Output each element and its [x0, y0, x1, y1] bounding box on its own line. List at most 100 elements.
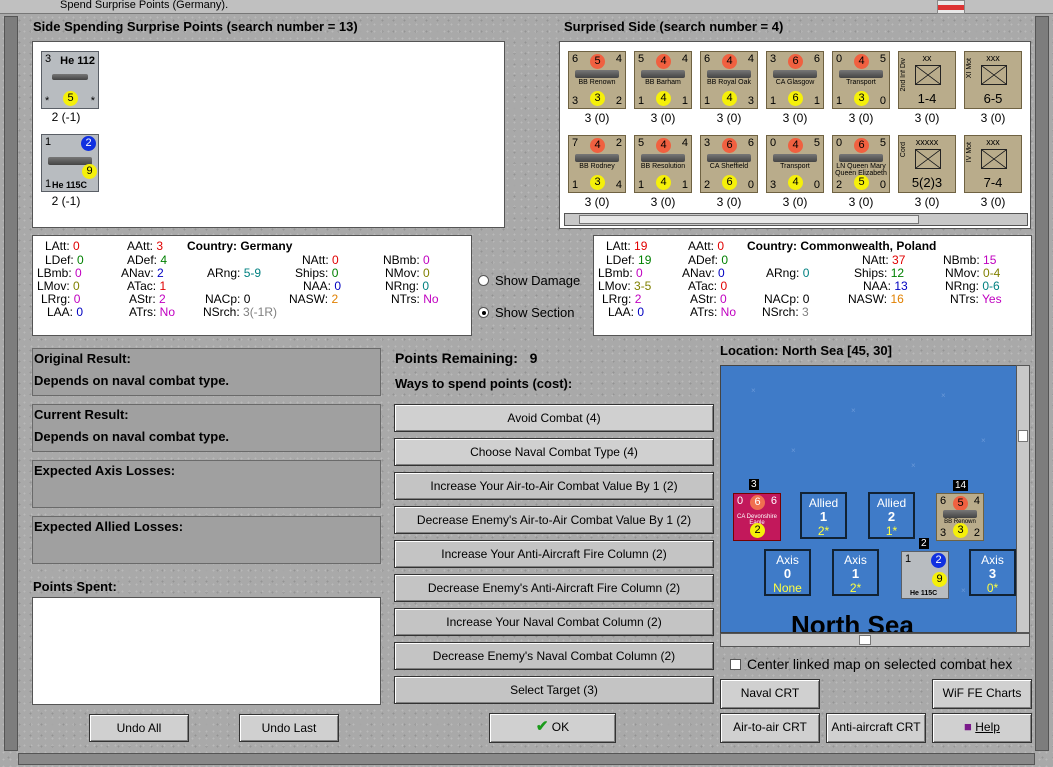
decrease-naval-column-button[interactable]: Decrease Enemy's Naval Combat Column (2): [394, 642, 714, 670]
map-counter-ca[interactable]: 0 6 6 CA Devonshire Eagle 2: [733, 493, 781, 541]
unit-counter[interactable]: 0 4 5 Transport 1 3 0: [832, 51, 890, 109]
map-counter-bb-renown[interactable]: 6 5 4 BB Renown 3 3 2: [936, 493, 984, 541]
unit-counter[interactable]: 0 6 5 LN Queen Mary Queen Elizabeth 2 5 0: [832, 135, 890, 193]
infantry-symbol-icon: [915, 65, 941, 85]
ship-icon: [641, 70, 685, 78]
allied-box-1[interactable]: Allied 1 2*: [800, 492, 847, 539]
ship-icon: [707, 70, 751, 78]
counter-value: 1: [770, 95, 777, 107]
dialog-window: Spend Surprise Points (Germany). Side Sp…: [0, 0, 1053, 767]
country-label: Country:: [187, 239, 237, 253]
axis-box-1[interactable]: Axis 1 2*: [832, 549, 879, 596]
counter-value: 5: [638, 53, 645, 65]
map-counter-he115c[interactable]: 1 2 9 He 115C: [901, 551, 949, 599]
unit-counter[interactable]: 6 4 4 BB Royal Oak 1 4 3: [700, 51, 758, 109]
units-scrollbar[interactable]: [564, 213, 1028, 226]
stat-value: 37: [892, 253, 906, 267]
unit-counter[interactable]: 6 5 4 BB Renown 3 3 2: [568, 51, 626, 109]
anti-aircraft-crt-button[interactable]: Anti-aircraft CRT: [826, 713, 926, 743]
stat-value: 0: [721, 253, 729, 267]
infantry-symbol-icon: [981, 149, 1007, 169]
counter-name: He 115C: [910, 590, 938, 597]
stat-value: 0: [73, 279, 80, 293]
map-horizontal-scrollbar[interactable]: [720, 633, 1030, 647]
window-horizontal-scrollbar[interactable]: [18, 753, 1035, 765]
counter-value: 7: [572, 137, 579, 149]
decrease-air-to-air-button[interactable]: Decrease Enemy's Air-to-Air Combat Value…: [394, 506, 714, 534]
unit-counter[interactable]: 5 4 4 BB Barham 1 4 1: [634, 51, 692, 109]
unit-counter[interactable]: xxxxx Cord 5(2)3: [898, 135, 956, 193]
decrease-aa-fire-button[interactable]: Decrease Enemy's Anti-Aircraft Fire Colu…: [394, 574, 714, 602]
scroll-thumb[interactable]: [1018, 430, 1028, 442]
surprised-side-panel: 6 5 4 BB Renown 3 3 2 3 (0) 5 4 4 BB Barham 1 4 1 3 (0)…: [559, 41, 1031, 229]
help-button[interactable]: ■ Help: [932, 713, 1032, 743]
axis-box-0[interactable]: Axis 0 None: [764, 549, 811, 596]
increase-aa-fire-button[interactable]: Increase Your Anti-Aircraft Fire Column …: [394, 540, 714, 568]
counter-name: IV Mot: [966, 142, 973, 163]
unit-counter[interactable]: xx 2nd Inf Div 1-4: [898, 51, 956, 109]
increase-naval-column-button[interactable]: Increase Your Naval Combat Column (2): [394, 608, 714, 636]
undo-all-button[interactable]: Undo All: [89, 714, 189, 742]
germany-stats-panel: LAtt: 0 AAtt: 3 Country: Germany NAtt: 0…: [32, 235, 472, 336]
unit-counter[interactable]: xxx IV Mot 7-4: [964, 135, 1022, 193]
counter-value: 1: [836, 95, 843, 107]
unit-counter[interactable]: 3 6 6 CA Sheffield 2 6 0: [700, 135, 758, 193]
unit-counter[interactable]: xxx XI Mot 6-5: [964, 51, 1022, 109]
stat-value: 0: [802, 292, 810, 306]
axis-box-3[interactable]: Axis 3 0*: [969, 549, 1016, 596]
unit-counter-he115c[interactable]: 1 2 1 He 115C 9: [41, 134, 99, 192]
allied-losses-box: Expected Allied Losses:: [32, 516, 381, 564]
wif-fe-charts-button[interactable]: WiF FE Charts: [932, 679, 1032, 709]
stat-value: 0-6: [982, 279, 1000, 293]
stat-value: 0: [720, 279, 728, 293]
counter-value: 5: [879, 137, 886, 149]
stack-count: 14: [953, 480, 969, 491]
box-number: 2: [887, 509, 896, 524]
surprised-side-title: Surprised Side (search number = 4): [564, 19, 784, 34]
show-damage-radio[interactable]: Show Damage: [478, 273, 580, 288]
air-to-air-crt-button[interactable]: Air-to-air CRT: [720, 713, 820, 743]
counter-circle-value: 2: [750, 523, 765, 538]
counter-value: 3: [747, 95, 754, 107]
increase-air-to-air-button[interactable]: Increase Your Air-to-Air Combat Value By…: [394, 472, 714, 500]
counter-name: BB Rodney: [579, 163, 615, 170]
unit-counter[interactable]: 7 4 2 BB Rodney 1 3 4: [568, 135, 626, 193]
unit-counter[interactable]: 0 4 5 Transport 3 4 0: [766, 135, 824, 193]
stack-count: 2: [919, 538, 929, 549]
ship-icon: [575, 154, 619, 162]
allied-box-2[interactable]: Allied 2 1*: [868, 492, 915, 539]
aircraft-icon: [52, 74, 88, 80]
counter-name: BB Renown: [578, 79, 616, 86]
select-target-button[interactable]: Select Target (3): [394, 676, 714, 704]
counter-value: 0: [836, 53, 843, 65]
location-map[interactable]: ××× ××× ××× 0 6 6 CA Devonshire Eagle 2 …: [720, 365, 1017, 633]
counter-value: 6: [747, 137, 754, 149]
unit-cost: 3 (0): [650, 195, 676, 209]
points-remaining-value: 9: [529, 350, 538, 366]
counter-value: 5: [813, 137, 820, 149]
counter-value: 0: [813, 179, 820, 191]
undo-last-button[interactable]: Undo Last: [239, 714, 339, 742]
counter-circle-value: 4: [656, 175, 671, 190]
choose-combat-type-button[interactable]: Choose Naval Combat Type (4): [394, 438, 714, 466]
avoid-combat-button[interactable]: Avoid Combat (4): [394, 404, 714, 432]
scroll-thumb[interactable]: [859, 635, 871, 645]
counter-name: CA Glasgow: [775, 79, 815, 86]
box-value: 1*: [885, 524, 898, 538]
center-map-checkbox[interactable]: Center linked map on selected combat hex: [730, 656, 1012, 672]
scroll-thumb[interactable]: [579, 215, 919, 224]
naval-crt-button[interactable]: Naval CRT: [720, 679, 820, 709]
counter-circle-value: 2: [931, 553, 946, 568]
ok-button[interactable]: ✔ OK: [489, 713, 616, 743]
map-vertical-scrollbar[interactable]: [1016, 365, 1030, 633]
unit-counter[interactable]: 3 6 6 CA Glasgow 1 6 1: [766, 51, 824, 109]
box-number: 3: [988, 566, 997, 581]
unit-counter[interactable]: 5 4 4 BB Resolution 1 4 1: [634, 135, 692, 193]
show-section-radio[interactable]: Show Section: [478, 305, 575, 320]
stat-value: 0: [423, 253, 430, 267]
unit-counter-he112[interactable]: 3 He 112 * * 5: [41, 51, 99, 109]
points-spent-list[interactable]: [32, 597, 381, 705]
counter-strength: 6-5: [983, 91, 1003, 106]
unit-cost: 3 (0): [914, 111, 940, 125]
current-result-value: Depends on naval combat type.: [34, 429, 230, 444]
